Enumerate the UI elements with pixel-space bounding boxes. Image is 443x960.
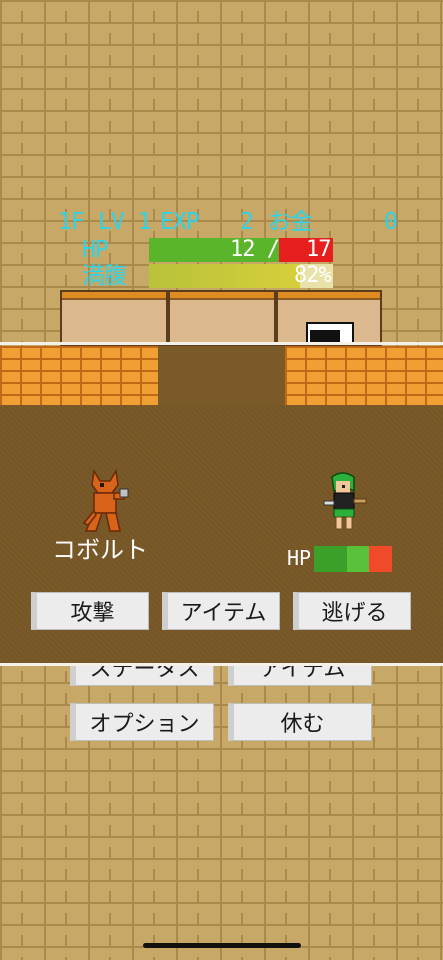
- hp-max: 17: [306, 237, 331, 262]
- attack-button[interactable]: 攻撃: [31, 592, 149, 630]
- exp-label: EXP: [160, 209, 200, 235]
- hunger-bar-fill: [149, 264, 300, 288]
- player-hp-bar-fill: [314, 546, 370, 572]
- exp-value: 2: [240, 209, 254, 235]
- stairs-icon: [306, 322, 354, 344]
- room-wall-left: [60, 290, 168, 346]
- status-hud: 1F LV 1 EXP 2 お金 0 HP 12 / 17 満腹 82%: [0, 208, 443, 290]
- brick-band-left: [0, 346, 158, 409]
- money-value: 0: [384, 209, 398, 235]
- options-button[interactable]: オプション: [70, 703, 214, 741]
- flee-button[interactable]: 逃げる: [293, 592, 411, 630]
- home-indicator[interactable]: [143, 943, 301, 948]
- enemy-name: コボルト: [52, 536, 148, 564]
- hunger-value: 82%: [294, 263, 332, 288]
- menu-clip: ステータス アイテム: [0, 666, 443, 690]
- hp-label: HP: [82, 237, 109, 263]
- status-button[interactable]: ステータス: [70, 666, 214, 686]
- level-value: 1: [138, 209, 152, 235]
- battle-item-button[interactable]: アイテム: [162, 592, 280, 630]
- battle-top-divider: [0, 342, 443, 345]
- floor-indicator: 1F: [58, 209, 85, 235]
- hp-current: 12 /: [230, 237, 280, 262]
- player-hp-label: HP: [287, 546, 312, 570]
- hunger-label: 満腹: [82, 263, 127, 289]
- player-hp-bar: [314, 546, 392, 572]
- menu-item-button[interactable]: アイテム: [228, 666, 372, 686]
- corridor: [158, 346, 285, 406]
- money-label: お金: [268, 209, 313, 235]
- brick-band-right: [285, 346, 443, 409]
- player-hero-sprite: [323, 472, 367, 530]
- rest-button[interactable]: 休む: [228, 703, 372, 741]
- level-label: LV: [98, 209, 125, 235]
- room-wall-middle: [168, 290, 276, 346]
- room-wall-right: [276, 290, 382, 346]
- kobold-enemy-sprite: [82, 468, 129, 532]
